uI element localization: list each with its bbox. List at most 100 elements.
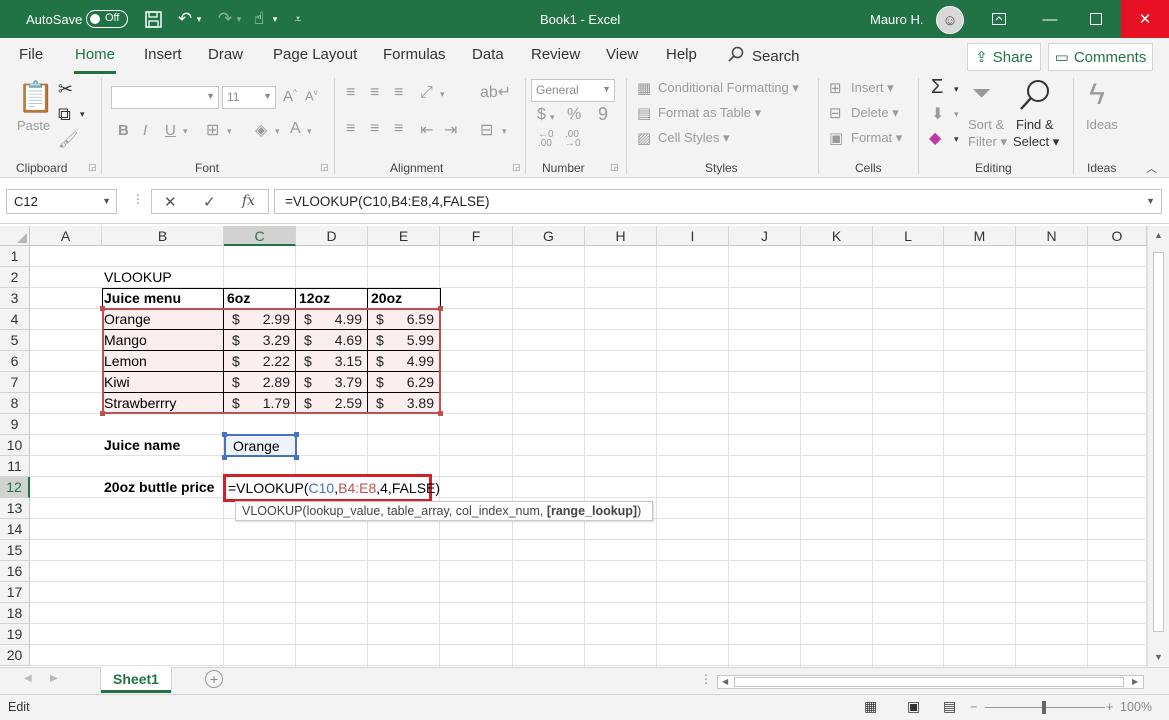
column-header-n[interactable]: N [1016, 226, 1088, 246]
collapse-ribbon-icon[interactable]: ︿ [1146, 160, 1157, 176]
sort-filter-button[interactable]: Filter ▾ [968, 134, 1007, 150]
range-handle[interactable] [438, 411, 443, 416]
zoom-out-icon[interactable]: − [970, 700, 977, 714]
row-header-5[interactable]: 5 [0, 330, 30, 351]
horizontal-scrollbar[interactable]: ◀ ▶ [717, 675, 1144, 689]
column-header-i[interactable]: I [657, 226, 729, 246]
bold-button[interactable]: B [118, 122, 129, 139]
orientation-icon[interactable]: ⤢ [420, 84, 433, 102]
normal-view-icon[interactable]: ▦ [864, 698, 877, 715]
align-left-icon[interactable]: ≡ [346, 120, 355, 138]
price-cell[interactable]: 3.79 [296, 372, 362, 393]
row-header-20[interactable]: 20 [0, 645, 30, 666]
format-as-table-icon[interactable]: ▤ [637, 104, 651, 122]
row-header-1[interactable]: 1 [0, 246, 30, 267]
orientation-dropdown-icon[interactable]: ▾ [440, 89, 445, 100]
column-header-m[interactable]: M [944, 226, 1016, 246]
conditional-formatting-icon[interactable]: ▦ [637, 79, 651, 97]
share-button[interactable]: ⇪ Share [967, 43, 1041, 71]
undo-dropdown-icon[interactable]: ▾ [192, 0, 206, 38]
cell-styles-icon[interactable]: ▨ [637, 129, 651, 147]
font-size-combo[interactable]: 11 ▼ [222, 86, 276, 109]
find-select-line1[interactable]: Find & [1016, 117, 1054, 132]
lookup-value-cell[interactable]: Orange [224, 434, 297, 457]
next-sheet-icon[interactable]: ▶ [50, 673, 58, 684]
paste-label[interactable]: Paste [17, 118, 50, 133]
price-cell[interactable]: 2.22 [224, 351, 290, 372]
sheet-tab-sheet1[interactable]: Sheet1 [101, 667, 171, 693]
row-header-13[interactable]: 13 [0, 498, 30, 519]
comments-button[interactable]: ▭ Comments [1048, 43, 1153, 71]
align-right-icon[interactable]: ≡ [394, 120, 403, 138]
cut-icon[interactable]: ✂ [58, 79, 73, 100]
row-header-15[interactable]: 15 [0, 540, 30, 561]
tab-data[interactable]: Data [472, 46, 504, 63]
clear-dropdown-icon[interactable]: ▾ [954, 134, 959, 145]
autosum-dropdown-icon[interactable]: ▾ [954, 84, 959, 95]
font-launcher-icon[interactable]: ◲ [320, 162, 329, 173]
price-cell[interactable]: 6.29 [368, 372, 434, 393]
autosum-icon[interactable]: Σ [931, 76, 943, 99]
paste-icon[interactable]: 📋 [17, 80, 54, 115]
save-icon[interactable] [140, 0, 166, 38]
fill-dropdown-icon[interactable]: ▾ [275, 126, 280, 137]
delete-cells-button[interactable]: Delete ▾ [851, 105, 899, 121]
fill-color-icon[interactable]: ◈ [255, 120, 267, 140]
range-handle[interactable] [438, 306, 443, 311]
column-header-g[interactable]: G [513, 226, 585, 246]
column-header-c[interactable]: C [224, 226, 296, 246]
cancel-icon[interactable]: ✕ [164, 193, 177, 211]
increase-decimal-icon[interactable]: ←0.00 [538, 130, 554, 149]
active-cell-editor[interactable]: =VLOOKUP(C10,B4:E8,4,FALSE) [223, 474, 440, 502]
row-header-2[interactable]: 2 [0, 267, 30, 288]
tab-help[interactable]: Help [666, 46, 697, 63]
column-header-o[interactable]: O [1088, 226, 1147, 246]
top-align-icon[interactable]: ≡ [346, 84, 355, 102]
tab-split-grip-icon[interactable]: ⋮ [700, 672, 712, 686]
user-name[interactable]: Mauro H. [870, 0, 923, 38]
alignment-launcher-icon[interactable]: ◲ [512, 162, 521, 173]
expand-formula-icon[interactable]: ▼ [1146, 196, 1155, 206]
zoom-level[interactable]: 100% [1120, 700, 1152, 714]
column-header-b[interactable]: B [102, 226, 224, 246]
scroll-left-icon[interactable]: ◀ [722, 677, 728, 686]
row-header-19[interactable]: 19 [0, 624, 30, 645]
scroll-thumb[interactable] [1153, 252, 1164, 632]
insert-cells-icon[interactable]: ⊞ [829, 79, 842, 97]
align-center-icon[interactable]: ≡ [370, 120, 379, 138]
font-name-combo[interactable]: ▼ [111, 86, 219, 109]
conditional-formatting-button[interactable]: Conditional Formatting ▾ [658, 80, 799, 96]
underline-dropdown-icon[interactable]: ▾ [183, 126, 188, 137]
tab-home[interactable]: Home [73, 46, 117, 74]
column-header-h[interactable]: H [585, 226, 657, 246]
wrap-text-icon[interactable]: ab↵ [480, 82, 511, 102]
search-box[interactable]: Search [728, 46, 800, 66]
juice-name-cell[interactable]: Kiwi [104, 372, 130, 393]
find-select-button[interactable]: Select ▾ [1013, 134, 1059, 150]
new-sheet-icon[interactable]: + [205, 670, 223, 688]
row-header-17[interactable]: 17 [0, 582, 30, 603]
row-header-16[interactable]: 16 [0, 561, 30, 582]
column-header-j[interactable]: J [729, 226, 801, 246]
number-format-combo[interactable]: General ▼ [531, 79, 615, 102]
range-handle[interactable] [222, 455, 227, 460]
copy-dropdown-icon[interactable]: ▾ [80, 109, 85, 120]
tooltip-arg-range-lookup[interactable]: [range_lookup] [547, 504, 637, 518]
prev-sheet-icon[interactable]: ◀ [24, 673, 32, 684]
format-as-table-button[interactable]: Format as Table ▾ [658, 105, 761, 121]
ideas-icon[interactable]: ϟ [1089, 78, 1105, 112]
column-header-l[interactable]: L [873, 226, 944, 246]
ideas-button[interactable]: Ideas [1086, 117, 1118, 132]
formula-bar-grip-icon[interactable]: ⋮ [132, 192, 144, 206]
tab-page-layout[interactable]: Page Layout [273, 46, 357, 63]
row-header-9[interactable]: 9 [0, 414, 30, 435]
minimize-icon[interactable]: — [1027, 0, 1073, 38]
decrease-decimal-icon[interactable]: .00 →0 [565, 130, 581, 149]
page-break-view-icon[interactable]: ▤ [943, 698, 956, 715]
percent-format-button[interactable]: % [567, 106, 581, 124]
tab-formulas[interactable]: Formulas [383, 46, 446, 63]
row-header-18[interactable]: 18 [0, 603, 30, 624]
insert-cells-button[interactable]: Insert ▾ [851, 80, 894, 96]
hscroll-thumb[interactable] [734, 677, 1124, 687]
row-header-4[interactable]: 4 [0, 309, 30, 330]
